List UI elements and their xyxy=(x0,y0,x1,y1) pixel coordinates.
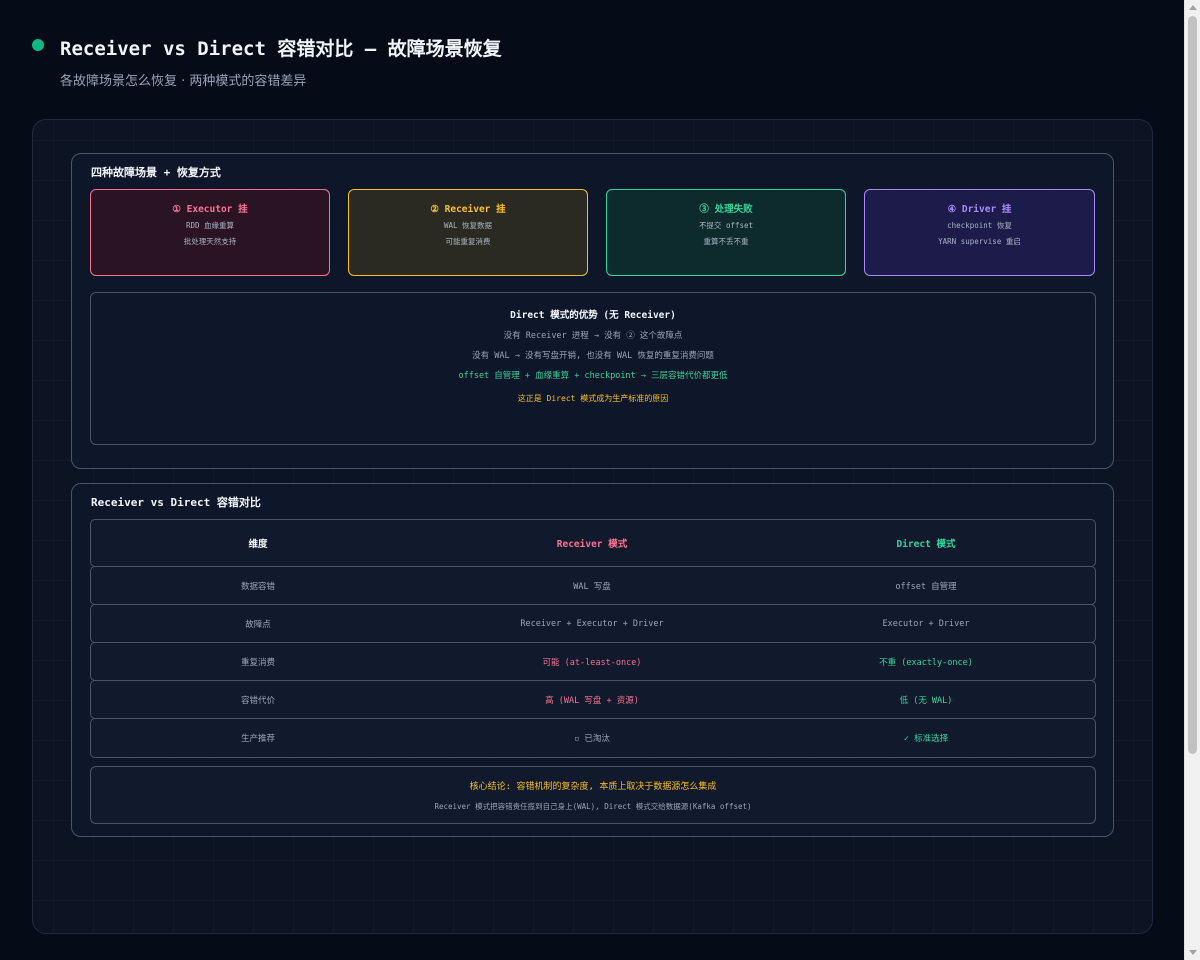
table-row: 故障点 Receiver + Executor + Driver Executo… xyxy=(90,604,1096,643)
table-cell-receiver: Receiver + Executor + Driver xyxy=(520,618,664,629)
scenario-card-processing: ③ 处理失败 不提交 offset 重算不丢不重 xyxy=(606,189,846,276)
status-dot-icon xyxy=(32,39,44,51)
table-cell-direct: 低 (无 WAL) xyxy=(899,695,953,706)
table-cell-receiver: ▫ 已淘汰 xyxy=(574,734,610,744)
conclusion-box: 核心结论: 容错机制的复杂度, 本质上取决于数据源怎么集成 Receiver 模… xyxy=(90,766,1096,824)
advantage-note: 这正是 Direct 模式成为生产标准的原因 xyxy=(517,394,669,403)
table-cell-receiver: 高 (WAL 写盘 + 资源) xyxy=(545,695,639,706)
scenario-card-line: YARN supervise 重启 xyxy=(938,237,1021,246)
scenario-card-executor: ① Executor 挂 RDD 血缘重算 批处理天然支持 xyxy=(90,189,330,276)
comparison-panel-title: Receiver vs Direct 容错对比 xyxy=(91,496,261,509)
advantage-line: 没有 Receiver 进程 → 没有 ② 这个故障点 xyxy=(503,331,683,341)
scenario-card-title: ④ Driver 挂 xyxy=(947,204,1012,215)
table-cell-dimension: 容错代价 xyxy=(240,695,275,706)
page-scrollbar[interactable] xyxy=(1184,0,1200,960)
table-cell-direct: offset 自管理 xyxy=(895,581,957,592)
conclusion-detail: Receiver 模式把容错责任揽到自己身上(WAL), Direct 模式交给… xyxy=(434,802,752,811)
scenario-card-line: 重算不丢不重 xyxy=(703,237,749,246)
scenario-cards: ① Executor 挂 RDD 血缘重算 批处理天然支持 ② Receiver… xyxy=(90,189,1096,276)
scenario-card-line: 批处理天然支持 xyxy=(183,237,237,246)
table-cell-dimension: 生产推荐 xyxy=(240,734,275,744)
scenario-card-line: WAL 恢复数据 xyxy=(443,221,493,230)
comparison-panel: Receiver vs Direct 容错对比 维度 Receiver 模式 D… xyxy=(71,483,1114,837)
table-cell-direct: ✓ 标准选择 xyxy=(903,734,949,744)
scenario-card-title: ② Receiver 挂 xyxy=(430,204,506,215)
scenario-card-line: RDD 血缘重算 xyxy=(185,221,235,230)
table-row: 容错代价 高 (WAL 写盘 + 资源) 低 (无 WAL) xyxy=(90,680,1096,719)
table-header-row: 维度 Receiver 模式 Direct 模式 xyxy=(90,519,1096,567)
scenario-card-line: 不提交 offset xyxy=(698,221,754,230)
page-title: Receiver vs Direct 容错对比 — 故障场景恢复 xyxy=(60,38,502,60)
table-row: 数据容错 WAL 写盘 offset 自管理 xyxy=(90,566,1096,605)
table-header-direct: Direct 模式 xyxy=(896,539,956,550)
table-cell-direct: 不重 (exactly-once) xyxy=(879,657,973,668)
table-row: 重复消费 可能 (at-least-once) 不重 (exactly-once… xyxy=(90,642,1096,681)
scroll-up-arrow-icon[interactable] xyxy=(1189,5,1197,10)
scroll-down-arrow-icon[interactable] xyxy=(1189,950,1197,955)
scrollbar-thumb[interactable] xyxy=(1188,16,1197,754)
table-cell-dimension: 数据容错 xyxy=(240,581,275,592)
direct-advantage-box: Direct 模式的优势 (无 Receiver) 没有 Receiver 进程… xyxy=(90,292,1096,445)
diagram-frame: 四种故障场景 + 恢复方式 ① Executor 挂 RDD 血缘重算 批处理天… xyxy=(32,119,1153,934)
page-subtitle: 各故障场景怎么恢复 · 两种模式的容错差异 xyxy=(60,74,307,89)
scenario-card-title: ③ 处理失败 xyxy=(699,204,753,215)
scenarios-panel-title: 四种故障场景 + 恢复方式 xyxy=(91,166,221,179)
table-cell-direct: Executor + Driver xyxy=(882,618,970,629)
table-row: 生产推荐 ▫ 已淘汰 ✓ 标准选择 xyxy=(90,718,1096,758)
scenario-card-driver: ④ Driver 挂 checkpoint 恢复 YARN supervise … xyxy=(864,189,1095,276)
table-header-receiver: Receiver 模式 xyxy=(556,539,628,550)
table-cell-receiver: WAL 写盘 xyxy=(573,581,611,592)
scenario-card-receiver: ② Receiver 挂 WAL 恢复数据 可能重复消费 xyxy=(348,189,588,276)
table-cell-dimension: 故障点 xyxy=(245,619,271,630)
table-header-dimension: 维度 xyxy=(248,539,268,550)
scenarios-panel: 四种故障场景 + 恢复方式 ① Executor 挂 RDD 血缘重算 批处理天… xyxy=(71,153,1114,469)
table-cell-receiver: 可能 (at-least-once) xyxy=(542,657,642,668)
table-cell-dimension: 重复消费 xyxy=(240,657,275,668)
conclusion-title: 核心结论: 容错机制的复杂度, 本质上取决于数据源怎么集成 xyxy=(469,782,717,792)
scenario-card-line: checkpoint 恢复 xyxy=(947,221,1012,230)
advantage-line: 没有 WAL → 没有写盘开销, 也没有 WAL 恢复的重复消费问题 xyxy=(472,351,714,361)
advantage-line-highlight: offset 自管理 + 血缘重算 + checkpoint → 三层容错代价都… xyxy=(458,371,728,381)
advantage-title: Direct 模式的优势 (无 Receiver) xyxy=(510,310,676,321)
scenario-card-line: 可能重复消费 xyxy=(445,237,491,246)
scenario-card-title: ① Executor 挂 xyxy=(172,204,248,215)
